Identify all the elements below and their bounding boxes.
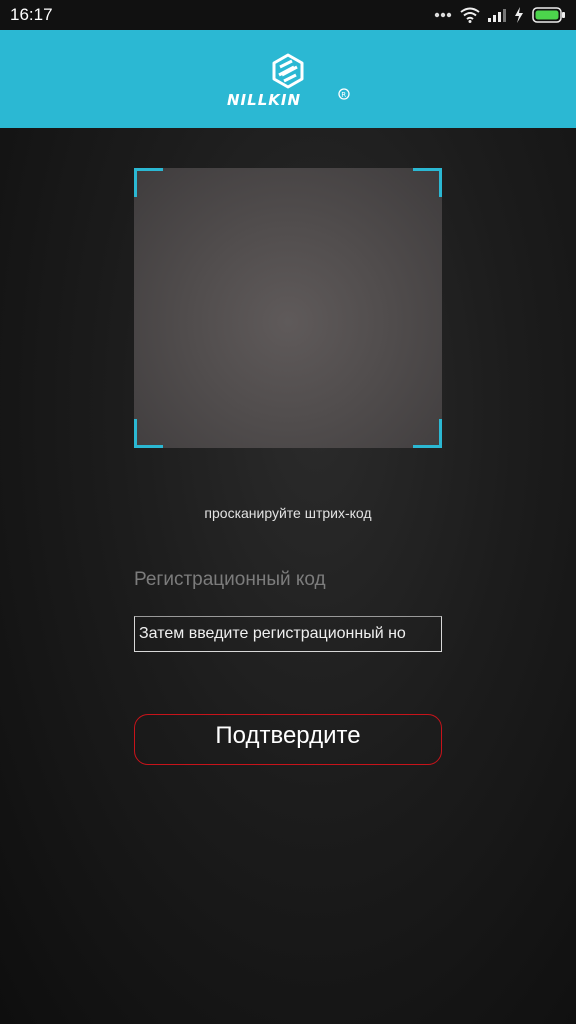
signal-icon (488, 8, 506, 22)
scan-hint-text: просканируйте штрих-код (204, 505, 372, 521)
status-bar: 16:17 (0, 0, 576, 30)
wifi-icon (460, 7, 480, 23)
charging-icon (514, 7, 524, 23)
viewfinder-corner-top-left (134, 168, 163, 197)
notification-dots-icon (434, 12, 452, 18)
svg-text:R: R (341, 91, 346, 99)
status-icons (434, 7, 566, 23)
viewfinder-corner-bottom-right (413, 419, 442, 448)
confirm-registration-button[interactable]: Подтвердите регистрацию (134, 714, 442, 765)
status-time: 16:17 (10, 5, 53, 24)
registration-code-input[interactable] (134, 616, 442, 652)
nillkin-logo: NILLKIN R (227, 52, 351, 110)
barcode-scanner-viewfinder (134, 168, 442, 448)
viewfinder-corner-bottom-left (134, 419, 163, 448)
registration-code-label: Регистрационный код (134, 569, 326, 590)
viewfinder-corner-top-right (413, 168, 442, 197)
app-header: NILLKIN R (0, 30, 576, 128)
svg-text:NILLKIN: NILLKIN (227, 91, 301, 109)
battery-icon (532, 7, 566, 23)
